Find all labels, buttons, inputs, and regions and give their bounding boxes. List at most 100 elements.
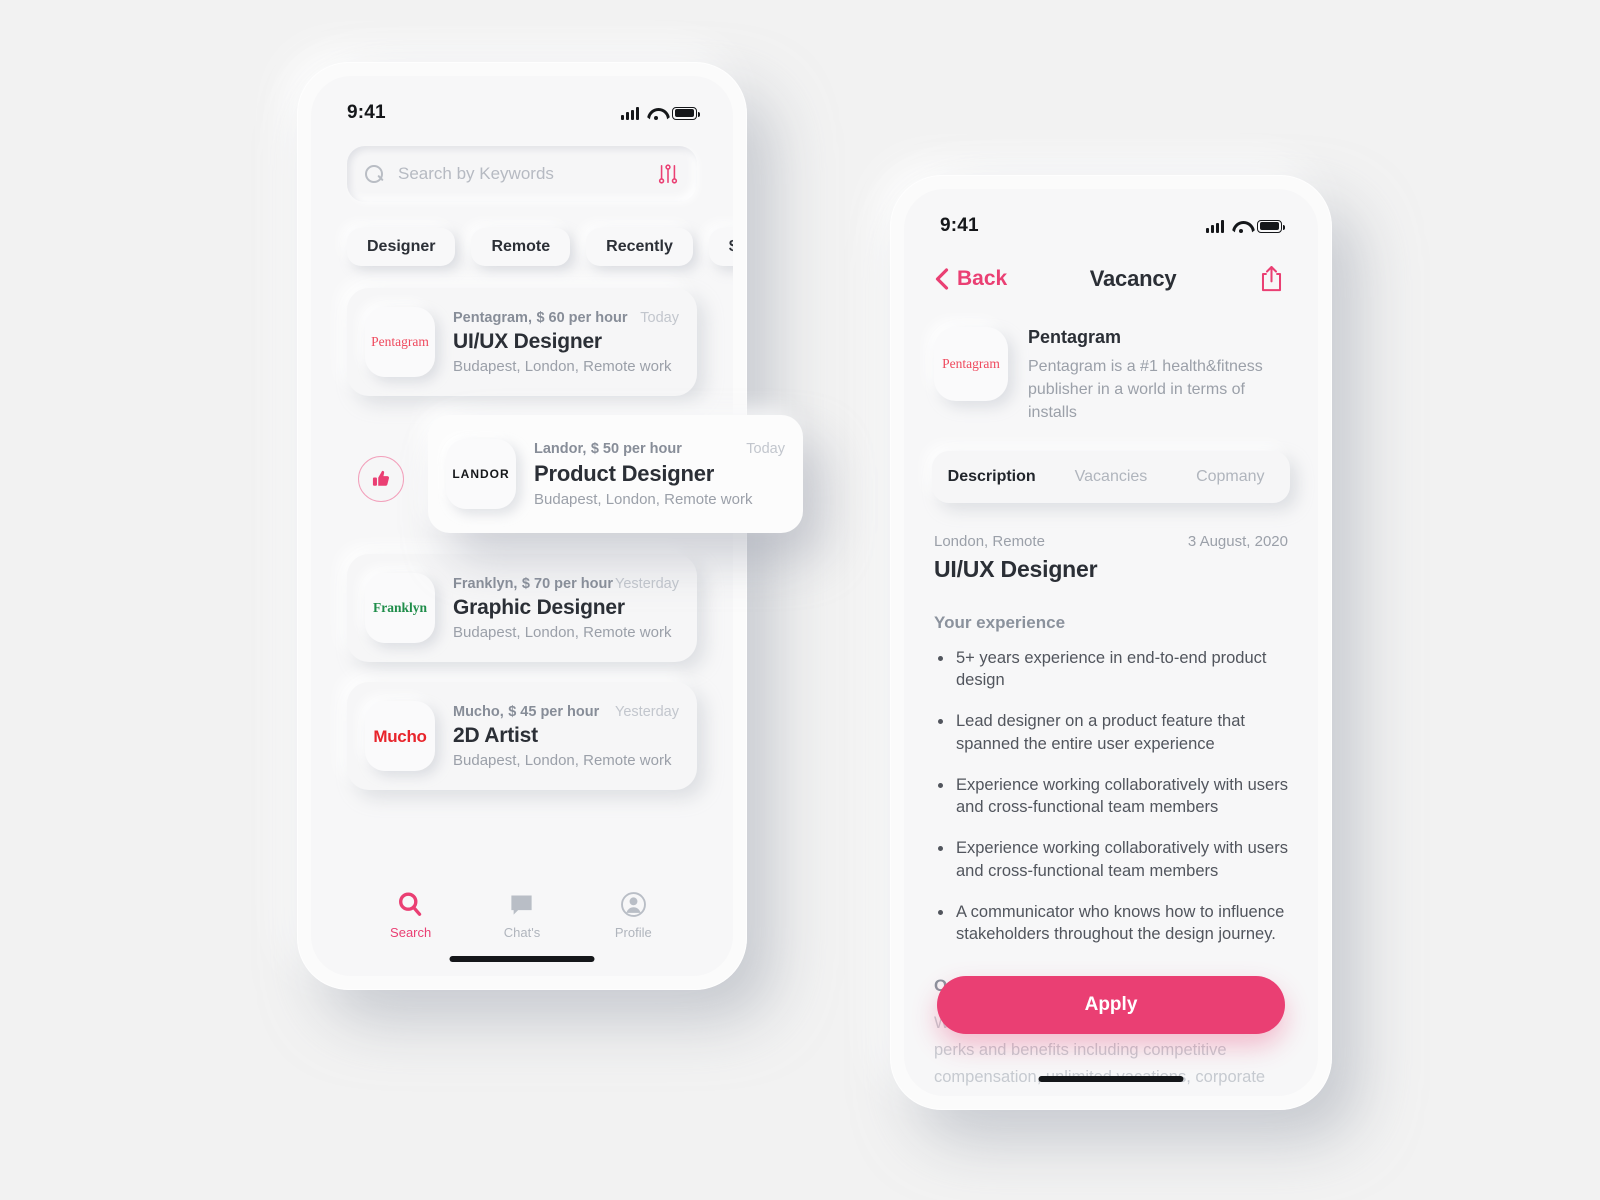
like-button[interactable] [358, 456, 404, 502]
search-icon [399, 892, 422, 916]
tab-company[interactable]: Copmany [1171, 468, 1290, 486]
home-indicator [449, 956, 595, 962]
job-company-rate: Pentagram, $ 60 per hour [453, 309, 628, 327]
job-posted-when: Today [640, 310, 679, 326]
job-body: Mucho, $ 45 per hour Yesterday 2D Artist… [453, 703, 679, 769]
company-name: Pentagram [1028, 327, 1122, 347]
chip-remote[interactable]: Remote [471, 228, 571, 266]
job-location: Budapest, London, Remote work [453, 358, 672, 375]
back-button[interactable]: Back [934, 267, 1007, 291]
tab-label: Chat's [503, 925, 541, 940]
list-item: 5+ years experience in end-to-end produc… [934, 647, 1288, 693]
job-top-row: Landor, $ 50 per hour Today [534, 440, 785, 458]
job-company: Pentagram, [453, 310, 532, 326]
chip-designer[interactable]: Designer [347, 228, 456, 266]
segmented-tabs: Description Vacancies Copmany [932, 450, 1290, 503]
tab-label: Search [390, 925, 432, 940]
status-bar: 9:41 [904, 189, 1318, 237]
job-rate: $ 70 per hour [521, 576, 613, 592]
screenshot-stage: 9:41 Search by Keywords Designer Remote … [0, 0, 1600, 1200]
logo-text: Pentagram [371, 334, 429, 350]
job-company-rate: Mucho, $ 45 per hour [453, 703, 599, 721]
job-title: 2D Artist [453, 724, 538, 747]
vacancy-meta-row: London, Remote 3 August, 2020 [934, 533, 1288, 550]
job-body: Franklyn, $ 70 per hour Yesterday Graphi… [453, 575, 679, 641]
company-info: Pentagram Pentagram is a #1 health&fitne… [1028, 327, 1288, 425]
job-top-row: Franklyn, $ 70 per hour Yesterday [453, 575, 679, 593]
chip-recently[interactable]: Recently [586, 228, 693, 266]
vacancy-screen: 9:41 Back Vacancy Pentagram Pentagram Pe… [904, 189, 1318, 1096]
chevron-left-icon [935, 268, 949, 290]
navigation-bar: Back Vacancy [904, 237, 1318, 293]
job-company: Landor, [534, 441, 587, 457]
job-title: Product Designer [534, 461, 715, 486]
job-card-pentagram[interactable]: Pentagram Pentagram, $ 60 per hour Today… [347, 288, 697, 396]
job-rate: $ 50 per hour [590, 441, 682, 457]
page-title: Vacancy [1089, 266, 1177, 291]
job-location: Budapest, London, Remote work [453, 752, 672, 769]
list-item: A communicator who knows how to influenc… [934, 901, 1288, 947]
apply-button[interactable]: Apply [937, 976, 1285, 1034]
bottom-tab-bar: Search Chat's Profile [311, 891, 733, 940]
tab-search[interactable]: Search [366, 891, 456, 940]
search-icon [365, 164, 384, 184]
job-company: Franklyn, [453, 576, 518, 592]
job-card-franklyn[interactable]: Franklyn Franklyn, $ 70 per hour Yesterd… [347, 554, 697, 662]
vacancy-date: 3 August, 2020 [1187, 532, 1288, 550]
wifi-icon [1232, 220, 1249, 233]
wifi-icon [647, 107, 664, 120]
job-title: UI/UX Designer [453, 330, 602, 353]
battery-icon [672, 106, 700, 120]
status-time: 9:41 [347, 102, 386, 123]
company-header: Pentagram Pentagram Pentagram is a #1 he… [904, 293, 1318, 425]
profile-avatar-icon [620, 892, 646, 917]
company-logo-pentagram: Pentagram [934, 327, 1008, 401]
status-icons [621, 106, 700, 120]
vacancy-title: UI/UX Designer [934, 555, 1098, 582]
filter-sliders-icon[interactable] [657, 163, 679, 185]
share-icon[interactable] [1259, 265, 1284, 293]
company-logo-pentagram: Pentagram [365, 307, 435, 377]
search-input[interactable] [398, 164, 643, 184]
back-label: Back [957, 267, 1008, 290]
search-bar[interactable] [347, 146, 697, 202]
tab-vacancies[interactable]: Vacancies [1051, 468, 1170, 486]
job-card-landor-highlighted[interactable]: LANDOR Landor, $ 50 per hour Today Produ… [428, 415, 803, 533]
list-item: Experience working collaboratively with … [934, 774, 1288, 820]
job-location: Budapest, London, Remote work [534, 491, 753, 508]
tab-chats[interactable]: Chat's [477, 891, 567, 940]
cellular-signal-icon [1206, 219, 1224, 233]
status-time: 9:41 [940, 215, 979, 236]
job-title: Graphic Designer [453, 596, 625, 619]
company-description: Pentagram is a #1 health&fitness publish… [1028, 358, 1263, 422]
experience-heading: Your experience [934, 612, 1066, 632]
logo-text: LANDOR [452, 467, 510, 481]
job-body: Pentagram, $ 60 per hour Today UI/UX Des… [453, 309, 679, 375]
experience-list: 5+ years experience in end-to-end produc… [934, 647, 1288, 947]
job-top-row: Mucho, $ 45 per hour Yesterday [453, 703, 679, 721]
job-company-rate: Landor, $ 50 per hour [534, 440, 682, 458]
job-posted-when: Yesterday [615, 704, 679, 720]
chip-price-range[interactable]: $40 - 80 [708, 228, 733, 266]
job-company-rate: Franklyn, $ 70 per hour [453, 575, 613, 593]
tab-description[interactable]: Description [932, 468, 1051, 486]
logo-text: Pentagram [942, 356, 1000, 372]
tab-profile[interactable]: Profile [588, 891, 678, 940]
filter-chips: Designer Remote Recently $40 - 80 [311, 202, 733, 266]
job-top-row: Pentagram, $ 60 per hour Today [453, 309, 679, 327]
job-location: Budapest, London, Remote work [453, 624, 672, 641]
thumbs-up-icon [372, 470, 390, 486]
status-bar: 9:41 [311, 76, 733, 124]
company-logo-mucho: Mucho [365, 701, 435, 771]
logo-text: Mucho [373, 726, 427, 746]
job-card-mucho[interactable]: Mucho Mucho, $ 45 per hour Yesterday 2D … [347, 682, 697, 790]
job-rate: $ 45 per hour [508, 704, 600, 720]
chat-bubble-icon [511, 895, 533, 915]
job-posted-when: Today [746, 441, 785, 457]
job-rate: $ 60 per hour [536, 310, 628, 326]
cellular-signal-icon [621, 106, 639, 120]
list-item: Lead designer on a product feature that … [934, 710, 1288, 756]
vacancy-location: London, Remote [934, 532, 1045, 550]
phone-mockup-vacancy: 9:41 Back Vacancy Pentagram Pentagram Pe… [890, 175, 1332, 1110]
company-logo-landor: LANDOR [446, 439, 516, 509]
